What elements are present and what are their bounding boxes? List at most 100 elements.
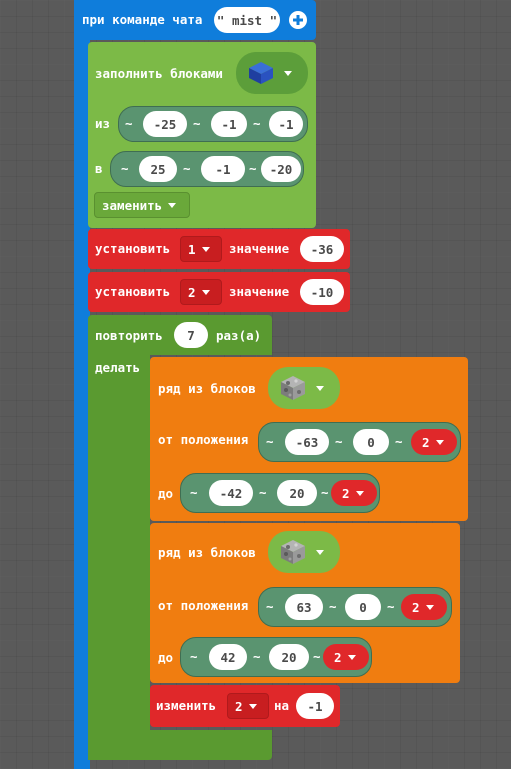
relative-marker: ~ <box>121 161 129 176</box>
relative-marker: ~ <box>313 649 321 664</box>
fill-blocks-block[interactable]: заполнить блоками из ~ -25 ~ -1 ~ -1 в ~… <box>88 42 316 228</box>
from-position-label: от положения <box>158 598 249 613</box>
event-label: при команде чата <box>82 12 203 27</box>
chevron-down-icon <box>316 385 324 391</box>
line-label: ряд из блоков <box>158 381 256 396</box>
chat-command-value: mist <box>231 12 263 28</box>
repeat-loop-block[interactable]: повторить 7 раз(а) <box>88 315 272 355</box>
repeat-label: повторить <box>95 328 163 343</box>
chevron-down-icon <box>355 490 364 496</box>
plus-circle-icon[interactable] <box>288 10 308 30</box>
line1-to-y-input[interactable]: 20 <box>277 480 317 506</box>
line2-from-y-input[interactable]: 0 <box>345 594 381 620</box>
relative-marker: ~ <box>259 485 267 500</box>
relative-marker: ~ <box>321 485 329 500</box>
line2-from-x-input[interactable]: 63 <box>285 594 323 620</box>
line2-from-position[interactable]: ~ 63 ~ 0 ~ 2 <box>258 587 452 627</box>
fill-to-x-input[interactable]: 25 <box>139 156 177 182</box>
fill-to-y-input[interactable]: -1 <box>201 156 245 182</box>
to-label: до <box>158 486 174 501</box>
chat-command-input[interactable]: " mist " <box>214 7 280 33</box>
relative-marker: ~ <box>266 599 274 614</box>
repeat-suffix-label: раз(а) <box>216 328 262 343</box>
change-value-input[interactable]: -1 <box>296 693 334 719</box>
relative-marker: ~ <box>395 434 403 449</box>
line2-from-z-dropdown[interactable]: 2 <box>401 594 447 620</box>
value-label: значение <box>229 241 290 256</box>
chevron-down-icon <box>435 439 444 445</box>
fill-from-z-input[interactable]: -1 <box>269 111 303 137</box>
set-variable-block-2[interactable]: установить 2 значение -10 <box>88 272 350 312</box>
line1-to-x-input[interactable]: -42 <box>209 480 253 506</box>
change-variable-block[interactable]: изменить 2 на -1 <box>150 685 340 727</box>
fill-label: заполнить блоками <box>95 66 223 81</box>
line1-to-position[interactable]: ~ -42 ~ 20 ~ 2 <box>180 473 380 513</box>
event-block-header[interactable]: при команде чата " mist " <box>74 0 316 40</box>
line1-from-z-dropdown[interactable]: 2 <box>411 429 457 455</box>
fill-to-z-input[interactable]: -20 <box>261 156 301 182</box>
set-label: установить <box>95 241 171 256</box>
relative-marker: ~ <box>183 161 191 176</box>
variable-value: 2 <box>188 284 196 300</box>
set-value-input-1[interactable]: -36 <box>300 236 344 262</box>
set-label: установить <box>95 284 171 299</box>
fill-from-label: из <box>95 116 111 131</box>
from-position-label: от положения <box>158 432 249 447</box>
chevron-down-icon <box>347 654 356 660</box>
line1-from-y-input[interactable]: 0 <box>353 429 389 455</box>
relative-marker: ~ <box>387 599 395 614</box>
line2-to-x-input[interactable]: 42 <box>209 644 247 670</box>
relative-marker: ~ <box>249 161 257 176</box>
line1-from-x-input[interactable]: -63 <box>285 429 329 455</box>
line1-to-z-dropdown[interactable]: 2 <box>331 480 377 506</box>
fill-to-position[interactable]: ~ 25 ~ -1 ~ -20 <box>110 151 304 187</box>
z-value: 2 <box>334 649 342 665</box>
fill-from-position[interactable]: ~ -25 ~ -1 ~ -1 <box>118 106 308 142</box>
fill-block-selector[interactable] <box>236 52 308 94</box>
fill-from-x-input[interactable]: -25 <box>143 111 187 137</box>
chevron-down-icon <box>168 202 177 208</box>
variable-dropdown-2[interactable]: 2 <box>180 279 222 305</box>
relative-marker: ~ <box>193 116 201 131</box>
line-of-blocks-1[interactable]: ряд из блоков от положения ~ -63 ~ 0 ~ 2… <box>150 357 468 521</box>
repeat-count-input[interactable]: 7 <box>174 322 208 348</box>
to-label: до <box>158 650 174 665</box>
fill-from-y-input[interactable]: -1 <box>211 111 247 137</box>
relative-marker: ~ <box>190 485 198 500</box>
line2-block-selector[interactable] <box>268 531 340 573</box>
set-value-input-2[interactable]: -10 <box>300 279 344 305</box>
relative-marker: ~ <box>329 599 337 614</box>
repeat-loop-footer <box>88 730 272 760</box>
cobblestone-block-icon <box>280 539 306 565</box>
change-label: изменить <box>156 698 217 713</box>
z-value: 2 <box>342 485 350 501</box>
relative-marker: ~ <box>335 434 343 449</box>
change-variable-dropdown[interactable]: 2 <box>227 693 269 719</box>
line2-to-y-input[interactable]: 20 <box>269 644 309 670</box>
cobblestone-block-icon <box>280 375 306 401</box>
relative-marker: ~ <box>125 116 133 131</box>
set-variable-block-1[interactable]: установить 1 значение -36 <box>88 229 350 269</box>
variable-value: 1 <box>188 241 196 257</box>
repeat-loop-body-rail: делать <box>88 355 150 760</box>
line-label: ряд из блоков <box>158 545 256 560</box>
relative-marker: ~ <box>190 649 198 664</box>
value-label: значение <box>229 284 290 299</box>
line1-block-selector[interactable] <box>268 367 340 409</box>
line2-to-position[interactable]: ~ 42 ~ 20 ~ 2 <box>180 637 372 677</box>
chevron-down-icon <box>316 549 324 555</box>
fill-mode-dropdown[interactable]: заменить <box>94 192 190 218</box>
line2-to-z-dropdown[interactable]: 2 <box>323 644 369 670</box>
relative-marker: ~ <box>253 649 261 664</box>
relative-marker: ~ <box>266 434 274 449</box>
chevron-down-icon <box>201 246 210 252</box>
blue-cube-icon <box>248 61 274 85</box>
variable-dropdown-1[interactable]: 1 <box>180 236 222 262</box>
do-label: делать <box>95 360 141 375</box>
line1-from-position[interactable]: ~ -63 ~ 0 ~ 2 <box>258 422 461 462</box>
line-of-blocks-2[interactable]: ряд из блоков от положения ~ 63 ~ 0 ~ 2 … <box>150 523 460 683</box>
chevron-down-icon <box>425 604 434 610</box>
fill-to-label: в <box>95 161 103 176</box>
chevron-down-icon <box>284 70 292 76</box>
z-value: 2 <box>412 599 420 615</box>
